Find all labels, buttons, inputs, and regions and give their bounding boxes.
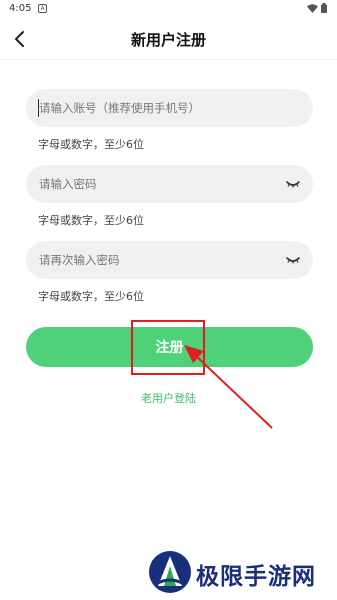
annotation-arrow-icon <box>184 345 273 429</box>
eye-closed-icon[interactable] <box>285 254 301 266</box>
watermark-text: 极限手游网 <box>196 563 316 590</box>
status-time: 4:05 <box>9 3 32 14</box>
notification-icon: A <box>38 4 47 13</box>
password-input[interactable]: 请输入密码 <box>26 165 313 203</box>
confirm-placeholder: 请再次输入密码 <box>39 253 120 267</box>
page-title: 新用户注册 <box>130 31 206 49</box>
confirm-password-input[interactable]: 请再次输入密码 <box>26 241 313 279</box>
eye-closed-icon[interactable] <box>285 178 301 190</box>
confirm-hint: 字母或数字，至少6位 <box>38 290 144 303</box>
password-placeholder: 请输入密码 <box>39 177 97 191</box>
status-bar: 4:05 A <box>0 0 337 18</box>
watermark: 极限手游网 <box>148 550 333 596</box>
battery-icon <box>321 3 327 13</box>
watermark-logo-icon <box>149 551 191 593</box>
status-icons <box>307 3 327 13</box>
password-hint: 字母或数字，至少6位 <box>38 214 144 227</box>
nav-bar: 新用户注册 <box>0 18 337 60</box>
wifi-icon <box>307 3 318 13</box>
account-placeholder: 请输入账号（推荐使用手机号） <box>39 101 200 115</box>
account-hint: 字母或数字，至少6位 <box>38 138 144 151</box>
account-input[interactable]: 请输入账号（推荐使用手机号） <box>26 89 313 127</box>
existing-user-login-link[interactable]: 老用户登陆 <box>0 390 337 406</box>
